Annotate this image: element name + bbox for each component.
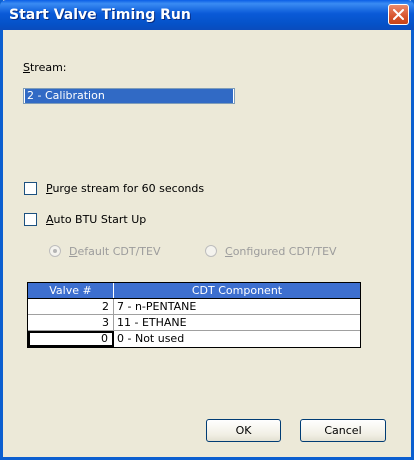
stream-listbox[interactable]: 2 - Calibration [23,88,235,104]
configured-cdt-label: Configured CDT/TEV [225,244,337,258]
component-column-header[interactable]: CDT Component [114,283,360,298]
ok-button-label: OK [235,424,252,437]
valve-column-header[interactable]: Valve # [28,283,114,298]
default-cdt-option[interactable]: Default CDT/TEV [49,243,160,259]
valve-cell[interactable]: 2 [28,299,114,314]
default-cdt-label: Default CDT/TEV [69,244,161,258]
auto-btu-label: Auto BTU Start Up [46,212,147,226]
component-cell[interactable]: 11 - ETHANE [114,315,360,330]
stream-label: Stream: [23,61,67,74]
auto-btu-option[interactable]: Auto BTU Start Up [24,211,146,227]
default-cdt-radio[interactable] [49,245,61,257]
cancel-button-label: Cancel [324,424,362,437]
ok-button[interactable]: OK [206,419,281,442]
grid-header-row: Valve # CDT Component [28,283,360,299]
configured-cdt-option[interactable]: Configured CDT/TEV [205,243,337,259]
component-cell[interactable]: 0 - Not used [114,331,360,347]
table-row: 3 11 - ETHANE [28,315,360,331]
table-row: 2 7 - n-PENTANE [28,299,360,315]
purge-label: Purge stream for 60 seconds [46,181,205,195]
component-cell[interactable]: 7 - n-PENTANE [114,299,360,314]
valve-grid: Valve # CDT Component 2 7 - n-PENTANE 3 … [27,282,361,348]
window-title: Start Valve Timing Run [9,7,191,23]
valve-cell[interactable]: 0 [28,331,114,347]
stream-selected-item[interactable]: 2 - Calibration [25,89,233,103]
close-button[interactable] [388,4,409,25]
purge-option[interactable]: Purge stream for 60 seconds [24,180,204,196]
purge-checkbox[interactable] [24,181,37,195]
table-row: 0 0 - Not used [28,331,360,347]
configured-cdt-radio[interactable] [205,245,217,257]
title-bar[interactable]: Start Valve Timing Run [0,0,414,30]
valve-cell[interactable]: 3 [28,315,114,330]
auto-btu-checkbox[interactable] [24,212,37,226]
cancel-button[interactable]: Cancel [300,419,386,442]
close-icon [393,9,404,20]
